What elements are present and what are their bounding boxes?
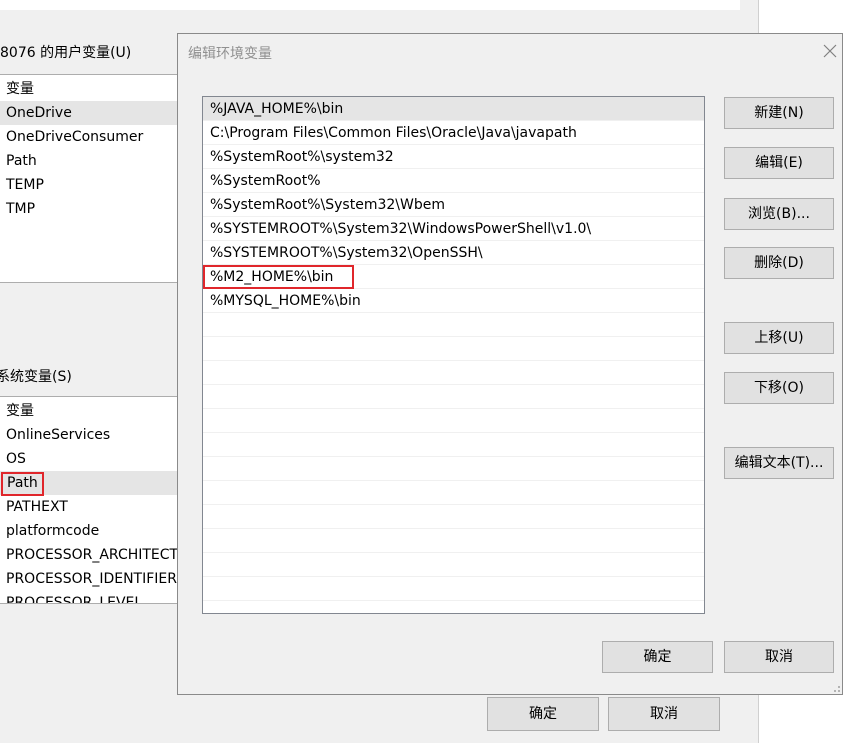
new-button[interactable]: 新建(N) (724, 97, 834, 129)
empty-row[interactable] (203, 313, 704, 337)
system-vars-label: 系统变量(S) (0, 369, 72, 385)
bg-ok-button[interactable]: 确定 (487, 697, 599, 731)
dialog-title: 编辑环境变量 (188, 46, 272, 62)
edit-env-var-dialog: 编辑环境变量 %JAVA_HOME%\bin C:\Program Files\… (177, 33, 843, 695)
empty-row[interactable] (203, 481, 704, 505)
user-vars-label: 8076 的用户变量(U) (0, 45, 132, 61)
user-var-row[interactable]: OneDriveConsumer (0, 125, 180, 149)
path-entry[interactable]: %SystemRoot%\System32\Wbem (203, 193, 704, 217)
m2-home-highlight-box: %M2_HOME%\bin (203, 265, 355, 289)
system-var-row[interactable]: OnlineServices (0, 423, 180, 447)
system-var-row[interactable]: platformcode (0, 519, 180, 543)
path-entry[interactable]: C:\Program Files\Common Files\Oracle\Jav… (203, 121, 704, 145)
user-vars-header[interactable]: 变量 (0, 75, 180, 101)
user-var-row[interactable]: OneDrive (0, 101, 180, 125)
empty-row[interactable] (203, 361, 704, 385)
user-var-row[interactable]: Path (0, 149, 180, 173)
system-var-row[interactable]: PROCESSOR_LEVEL (0, 591, 180, 603)
system-var-row[interactable]: OS (0, 447, 180, 471)
user-var-row[interactable]: TEMP (0, 173, 180, 197)
system-var-row[interactable]: PROCESSOR_IDENTIFIER (0, 567, 180, 591)
close-icon[interactable] (818, 39, 842, 63)
path-entry[interactable]: %SystemRoot%\system32 (203, 145, 704, 169)
bg-cancel-button[interactable]: 取消 (608, 697, 720, 731)
delete-button[interactable]: 删除(D) (724, 247, 834, 279)
system-var-row[interactable]: PATHEXT (0, 495, 180, 519)
empty-row[interactable] (203, 553, 704, 577)
empty-row[interactable] (203, 577, 704, 601)
empty-row[interactable] (203, 601, 704, 613)
system-var-row-path[interactable]: Path (0, 471, 180, 496)
empty-row[interactable] (203, 529, 704, 553)
system-var-row[interactable]: PROCESSOR_ARCHITECT (0, 543, 180, 567)
empty-row[interactable] (203, 385, 704, 409)
browse-button[interactable]: 浏览(B)... (724, 198, 834, 230)
empty-row[interactable] (203, 337, 704, 361)
top-panel-edge (0, 0, 740, 10)
resize-grip-icon[interactable] (829, 681, 841, 693)
move-up-button[interactable]: 上移(U) (724, 322, 834, 354)
system-vars-list[interactable]: 变量 OnlineServices OS Path PATHEXT platfo… (0, 396, 181, 604)
empty-row[interactable] (203, 433, 704, 457)
path-entry[interactable]: %JAVA_HOME%\bin (203, 97, 704, 121)
empty-row[interactable] (203, 457, 704, 481)
empty-row[interactable] (203, 409, 704, 433)
edit-text-button[interactable]: 编辑文本(T)... (724, 447, 834, 479)
path-entry[interactable]: %SystemRoot% (203, 169, 704, 193)
path-highlight-box: Path (1, 472, 44, 496)
path-entry[interactable]: %SYSTEMROOT%\System32\WindowsPowerShell\… (203, 217, 704, 241)
cancel-button[interactable]: 取消 (724, 641, 834, 673)
move-down-button[interactable]: 下移(O) (724, 372, 834, 404)
user-vars-list[interactable]: 变量 OneDrive OneDriveConsumer Path TEMP T… (0, 74, 181, 283)
path-entry-m2-home[interactable]: %M2_HOME%\bin (203, 265, 704, 289)
ok-button[interactable]: 确定 (602, 641, 713, 673)
system-vars-header[interactable]: 变量 (0, 397, 180, 423)
path-entries-list[interactable]: %JAVA_HOME%\bin C:\Program Files\Common … (202, 96, 705, 614)
path-entry[interactable]: %SYSTEMROOT%\System32\OpenSSH\ (203, 241, 704, 265)
user-var-row[interactable]: TMP (0, 197, 180, 221)
path-entry[interactable]: %MYSQL_HOME%\bin (203, 289, 704, 313)
empty-row[interactable] (203, 505, 704, 529)
edit-button[interactable]: 编辑(E) (724, 147, 834, 179)
